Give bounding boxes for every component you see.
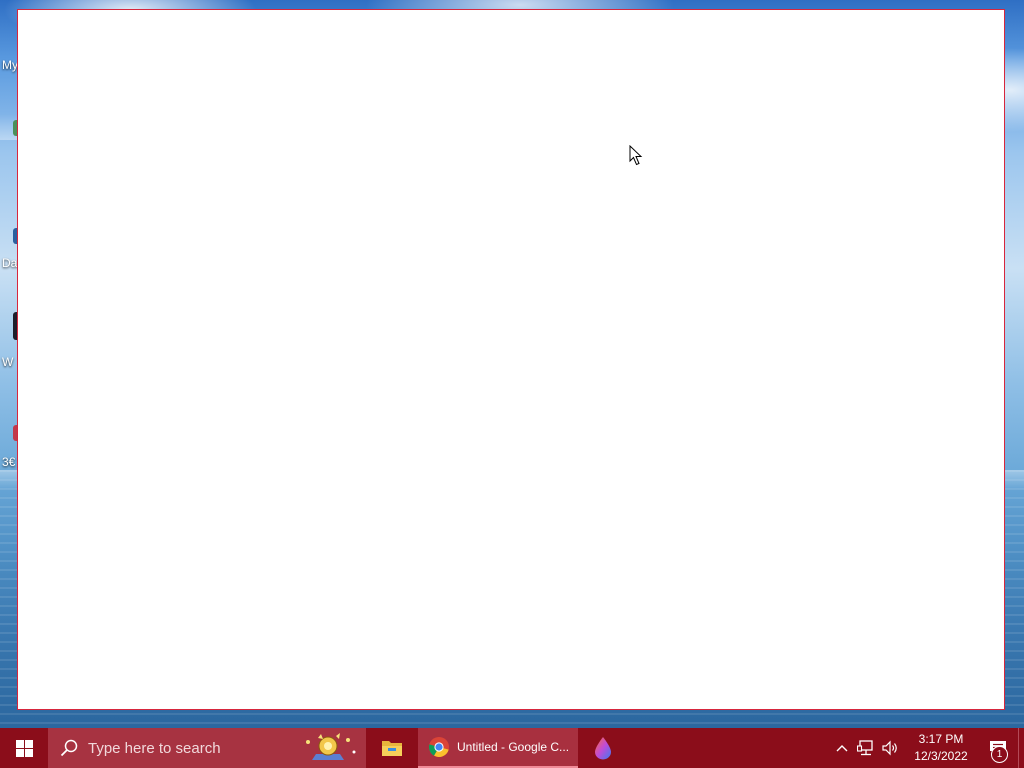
clock-date: 12/3/2022	[914, 749, 968, 763]
search-placeholder: Type here to search	[88, 739, 221, 757]
clock-time: 3:17 PM	[918, 732, 964, 746]
folder-icon	[382, 741, 402, 756]
chrome-window-title: Untitled - Google C...	[457, 740, 570, 754]
action-center-button[interactable]: 1	[978, 728, 1018, 768]
windows-logo-icon	[15, 739, 33, 757]
notification-badge: 1	[991, 746, 1008, 763]
taskbar-drop-app[interactable]	[578, 728, 628, 768]
search-icon	[60, 739, 78, 757]
desktop: My Da W 3€ Type here to search Untitled …	[0, 0, 1024, 768]
speaker-icon	[882, 740, 897, 756]
network-icon	[857, 740, 873, 756]
taskbar: Type here to search Untitled - Google C.…	[0, 728, 1024, 768]
desktop-icon-label[interactable]: Da	[2, 256, 17, 270]
search-highlight-icon[interactable]	[296, 730, 360, 766]
desktop-icon-label[interactable]: W	[2, 355, 13, 369]
show-desktop-button[interactable]	[1018, 728, 1024, 768]
taskbar-chrome[interactable]: Untitled - Google C...	[418, 728, 578, 768]
mouse-cursor-icon	[629, 145, 643, 166]
system-tray: 3:17 PM 12/3/2022 1	[830, 728, 1024, 768]
chrome-icon	[428, 737, 449, 758]
start-button[interactable]	[0, 728, 48, 768]
search-box[interactable]: Type here to search	[48, 728, 366, 768]
drop-icon	[595, 737, 611, 760]
desktop-icon-label[interactable]: 3€	[2, 455, 15, 469]
chevron-up-icon	[836, 745, 848, 752]
desktop-icon-label[interactable]: My	[2, 58, 18, 72]
clock[interactable]: 3:17 PM 12/3/2022	[904, 731, 978, 765]
show-hidden-icons-button[interactable]	[830, 728, 854, 768]
volume-button[interactable]	[878, 728, 902, 768]
network-button[interactable]	[854, 728, 878, 768]
taskbar-file-explorer[interactable]	[366, 728, 418, 768]
blank-app-window[interactable]	[17, 9, 1005, 710]
